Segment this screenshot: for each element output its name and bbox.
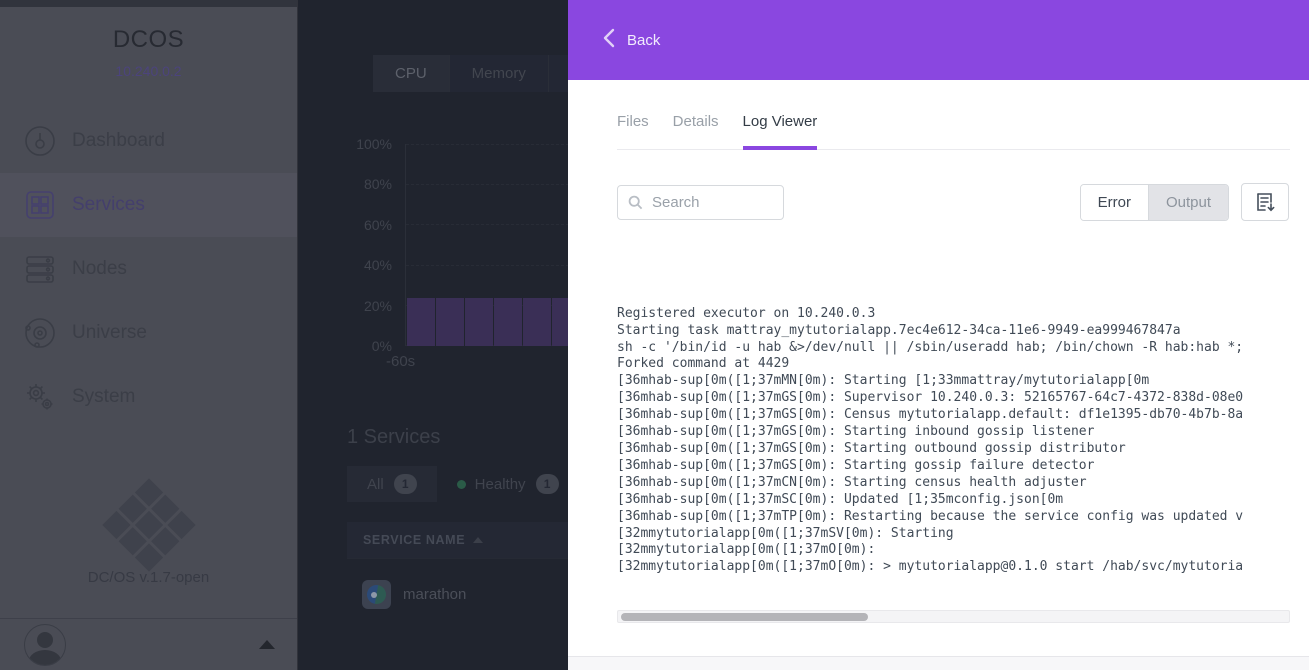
y-tick-label: 80% (298, 177, 392, 191)
sidebar-item-services[interactable]: Services (0, 173, 297, 237)
chart-plot-area (405, 144, 569, 346)
brand: DCOS 10.240.0.2 (0, 0, 297, 79)
log-line: [36mhab-sup[0m([1;37mSC[0m): Updated [1;… (617, 492, 1290, 509)
y-tick-label: 40% (298, 258, 392, 272)
sidebar-menu: Dashboard Services Nodes Universe (0, 109, 297, 429)
chart-bar (523, 298, 551, 346)
log-line: [36mhab-sup[0m([1;37mGS[0m): Starting in… (617, 424, 1290, 441)
version-label: DC/OS v.1.7-open (0, 569, 297, 586)
sidebar-item-label: System (72, 386, 135, 408)
tab-details[interactable]: Details (673, 113, 719, 149)
sidebar: DCOS 10.240.0.2 Dashboard Services No (0, 0, 298, 670)
sidebar-item-dashboard[interactable]: Dashboard (0, 109, 297, 173)
tab-log-viewer[interactable]: Log Viewer (743, 113, 818, 149)
column-label: SERVICE NAME (363, 533, 465, 547)
cpu-chart-bars (407, 298, 569, 346)
filter-label: All (367, 476, 384, 493)
health-filters: All 1 Healthy 1 (347, 466, 579, 502)
sidebar-item-universe[interactable]: Universe (0, 301, 297, 365)
chevron-up-icon (259, 640, 275, 649)
services-count-heading: 1 Services (347, 426, 440, 449)
toolbar-right: Error Output (1080, 183, 1289, 221)
y-tick-label: 60% (298, 218, 392, 232)
chart-bar (494, 298, 522, 346)
search-input[interactable] (652, 194, 762, 211)
brand-title: DCOS (0, 26, 297, 54)
log-line: [36mhab-sup[0m([1;37mMN[0m): Starting [1… (617, 373, 1290, 390)
back-button[interactable]: Back (568, 0, 1309, 80)
screen: DCOS 10.240.0.2 Dashboard Services No (0, 0, 1309, 670)
gauge-icon (20, 121, 60, 161)
sidebar-item-label: Dashboard (72, 130, 165, 152)
gears-icon (20, 377, 60, 417)
y-tick-label: 0% (298, 339, 392, 353)
log-toolbar: Error Output (617, 183, 1289, 221)
servers-icon (20, 249, 60, 289)
tab-files[interactable]: Files (617, 113, 649, 149)
service-name: marathon (403, 586, 466, 603)
y-tick-label: 20% (298, 299, 392, 313)
marathon-icon (362, 580, 391, 609)
user-menu[interactable] (0, 618, 297, 670)
count-badge: 1 (536, 474, 559, 494)
log-line: [32mmytutorialapp[0m([1;37mO[0m): > mytu… (617, 559, 1290, 576)
task-detail-panel: Back Files Details Log Viewer Error Outp… (568, 0, 1309, 670)
tab-memory[interactable]: Memory (450, 55, 549, 92)
cluster-ip[interactable]: 10.240.0.2 (0, 63, 297, 79)
planet-icon (20, 313, 60, 353)
count-badge: 1 (394, 474, 417, 494)
sort-asc-icon (473, 537, 483, 543)
detail-tabs: Files Details Log Viewer (617, 113, 1290, 150)
filter-label: Healthy (475, 476, 526, 493)
y-tick-label: 100% (298, 137, 392, 151)
log-line: [36mhab-sup[0m([1;37mGS[0m): Starting go… (617, 458, 1290, 475)
log-line: Registered executor on 10.240.0.3 (617, 306, 1290, 323)
log-line: [36mhab-sup[0m([1;37mTP[0m): Restarting … (617, 509, 1290, 526)
chevron-left-icon (602, 28, 615, 53)
download-log-icon (1256, 192, 1275, 212)
tab-cpu[interactable]: CPU (373, 55, 450, 92)
log-line: sh -c '/bin/id -u hab &>/dev/null || /sb… (617, 340, 1290, 357)
sidebar-item-system[interactable]: System (0, 365, 297, 429)
chart-bar (552, 298, 569, 346)
search-box (617, 185, 784, 220)
sidebar-item-nodes[interactable]: Nodes (0, 237, 297, 301)
chart-bar (465, 298, 493, 346)
x-tick-label: -60s (386, 353, 415, 370)
avatar (24, 624, 66, 666)
chart-y-axis: 100% 80% 60% 40% 20% 0% (298, 137, 392, 353)
download-log-button[interactable] (1241, 183, 1289, 221)
sidebar-item-label: Services (72, 194, 145, 216)
dcos-logo (102, 478, 195, 571)
chart-bar (407, 298, 435, 346)
panel-footer (568, 656, 1309, 670)
back-label: Back (627, 32, 660, 49)
log-line: [32mmytutorialapp[0m([1;37mO[0m): > node… (617, 576, 1290, 577)
log-line: Starting task mattray_mytutorialapp.7ec4… (617, 323, 1290, 340)
log-line: [36mhab-sup[0m([1;37mGS[0m): Starting ou… (617, 441, 1290, 458)
log-line: [32mmytutorialapp[0m([1;37mSV[0m): Start… (617, 526, 1290, 543)
log-line: [36mhab-sup[0m([1;37mGS[0m): Census mytu… (617, 407, 1290, 424)
stream-toggle: Error Output (1080, 184, 1229, 221)
horizontal-scrollbar[interactable] (617, 610, 1290, 623)
sidebar-item-label: Universe (72, 322, 147, 344)
grid-icon (20, 185, 60, 225)
scrollbar-thumb[interactable] (621, 613, 868, 621)
log-line: [36mhab-sup[0m([1;37mGS[0m): Supervisor … (617, 390, 1290, 407)
output-stream-button[interactable]: Output (1148, 185, 1228, 220)
log-line: [36mhab-sup[0m([1;37mCN[0m): Starting ce… (617, 475, 1290, 492)
filter-all[interactable]: All 1 (347, 466, 437, 502)
filter-healthy[interactable]: Healthy 1 (437, 466, 579, 502)
sidebar-item-label: Nodes (72, 258, 127, 280)
log-line: [32mmytutorialapp[0m([1;37mO[0m): (617, 542, 1290, 559)
search-icon (628, 195, 643, 210)
chart-bar (436, 298, 464, 346)
error-stream-button[interactable]: Error (1081, 185, 1148, 220)
healthy-dot-icon (457, 480, 466, 489)
log-line: Forked command at 4429 (617, 356, 1290, 373)
log-output: Registered executor on 10.240.0.3Startin… (617, 255, 1290, 577)
